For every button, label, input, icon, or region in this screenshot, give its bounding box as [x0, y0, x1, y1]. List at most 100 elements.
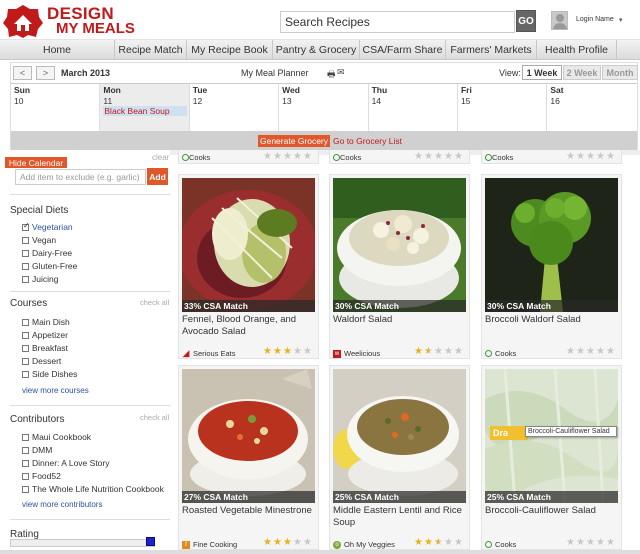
calendar-next-button[interactable]: >	[36, 66, 55, 80]
recipe-title[interactable]: Roasted Vegetable Minestrone	[182, 505, 317, 517]
calendar-day-sun[interactable]: Sun 10	[11, 84, 101, 131]
calendar-prev-button[interactable]: <	[13, 66, 32, 80]
view-2-week-button[interactable]: 2 Week	[563, 65, 601, 80]
logo-icon[interactable]	[3, 4, 43, 38]
recipe-photo[interactable]	[182, 178, 315, 312]
drag-to-calendar-button[interactable]: Dra	[490, 426, 528, 440]
diet-vegan[interactable]: Vegan	[22, 235, 56, 245]
star-rating[interactable]: ★ ★ ★ ★ ★	[566, 538, 616, 548]
recipe-title[interactable]: Waldorf Salad	[333, 314, 468, 326]
nav-pantry-grocery[interactable]: Pantry & Grocery	[273, 40, 360, 60]
calendar-day-mon[interactable]: Mon 11 Black Bean Soup	[100, 84, 190, 131]
horizontal-scrollbar[interactable]	[0, 550, 640, 554]
generate-grocery-button[interactable]: Generate Grocery	[258, 135, 330, 147]
star-rating[interactable]: ★ ★ ★ ★ ★	[263, 538, 313, 548]
view-month-button[interactable]: Month	[602, 65, 638, 80]
recipe-card[interactable]: 30% CSA Match Waldorf Salad w Weelicious …	[329, 174, 470, 359]
recipe-source[interactable]: ◢ Serious Eats	[182, 348, 236, 358]
recipe-photo[interactable]	[485, 178, 618, 312]
course-main-dish[interactable]: Main Dish	[22, 317, 70, 327]
checkbox[interactable]	[22, 318, 29, 326]
avatar-icon[interactable]	[551, 11, 568, 30]
checkbox[interactable]	[22, 370, 29, 378]
clear-link[interactable]: clear	[152, 153, 169, 162]
nav-farmers-markets[interactable]: Farmers' Markets	[446, 40, 537, 60]
checkbox[interactable]	[22, 221, 30, 231]
login-name[interactable]: Login Name	[576, 16, 614, 23]
search-button[interactable]: GO	[516, 10, 536, 32]
hide-calendar-button[interactable]: Hide Calendar	[5, 157, 67, 168]
course-side-dishes[interactable]: Side Dishes	[22, 369, 77, 379]
nav-recipe-match[interactable]: Recipe Match	[115, 40, 187, 60]
checkbox[interactable]	[22, 433, 29, 441]
calendar-day-sat[interactable]: Sat 16	[547, 84, 636, 131]
nav-csa-farm-share[interactable]: CSA/Farm Share	[360, 40, 446, 60]
checkbox[interactable]	[22, 249, 29, 257]
recipe-source[interactable]: Cooks	[485, 349, 516, 358]
recipe-title[interactable]: Broccoli-Cauliflower Salad	[485, 505, 620, 517]
star-rating[interactable]: ★ ★ ★ ★ ★	[566, 347, 616, 357]
course-dessert[interactable]: Dessert	[22, 356, 61, 366]
print-icon[interactable]: 🖶	[327, 67, 336, 83]
course-appetizer[interactable]: Appetizer	[22, 330, 68, 340]
checkbox[interactable]	[22, 459, 29, 467]
exclude-ingredient-input[interactable]	[15, 169, 146, 185]
diet-dairy-free[interactable]: Dairy-Free	[22, 248, 72, 258]
recipe-card[interactable]: 25% CSA Match Middle Eastern Lentil and …	[329, 365, 470, 550]
view-more-courses-link[interactable]: view more courses	[22, 386, 89, 395]
nav-home[interactable]: Home	[0, 40, 115, 60]
calendar-day-tue[interactable]: Tue 12	[190, 84, 280, 131]
search-input[interactable]	[280, 11, 515, 33]
recipe-source[interactable]: w Weelicious	[333, 349, 380, 358]
checkbox[interactable]	[22, 357, 29, 365]
star-rating[interactable]: ★ ★ ★ ★ ★	[566, 152, 616, 162]
checkbox[interactable]	[22, 472, 29, 480]
contributor-dmm[interactable]: DMM	[22, 445, 52, 455]
recipe-card[interactable]: 25% CSA Match Dra Broccoli-Cauliflower S…	[481, 365, 622, 550]
recipe-card[interactable]: 33% CSA Match Fennel, Blood Orange, and …	[178, 174, 319, 359]
course-breakfast[interactable]: Breakfast	[22, 343, 68, 353]
rating-slider[interactable]	[10, 539, 155, 547]
recipe-photo[interactable]	[333, 178, 466, 312]
recipe-title[interactable]: Fennel, Blood Orange, and Avocado Salad	[182, 314, 317, 338]
nav-my-recipe-book[interactable]: My Recipe Book	[187, 40, 273, 60]
view-more-contributors-link[interactable]: view more contributors	[22, 500, 102, 509]
chevron-down-icon[interactable]: ▾	[619, 16, 623, 24]
checkbox[interactable]	[22, 446, 29, 454]
star-rating[interactable]: ★ ★ ★ ★ ★	[414, 538, 464, 548]
star-rating[interactable]: ★ ★ ★ ★ ★	[414, 347, 464, 357]
star-rating[interactable]: ★ ★ ★ ★ ★	[414, 152, 464, 162]
checkbox[interactable]	[22, 331, 29, 339]
recipe-source[interactable]: Cooks	[485, 540, 516, 549]
planned-meal[interactable]: Black Bean Soup	[103, 106, 188, 116]
contributors-check-all[interactable]: check all	[140, 413, 169, 422]
recipe-card[interactable]: 30% CSA Match Broccoli Waldorf Salad Coo…	[481, 174, 622, 359]
diet-vegetarian[interactable]: Vegetarian	[22, 221, 73, 232]
contributor-maui-cookbook[interactable]: Maui Cookbook	[22, 432, 91, 442]
recipe-photo[interactable]	[182, 369, 315, 503]
calendar-day-fri[interactable]: Fri 15	[458, 84, 548, 131]
recipe-source[interactable]: f Fine Cooking	[182, 540, 237, 549]
calendar-day-thu[interactable]: Thu 14	[369, 84, 458, 131]
star-rating[interactable]: ★ ★ ★ ★ ★	[263, 347, 313, 357]
recipe-card[interactable]: 27% CSA Match Roasted Vegetable Minestro…	[178, 365, 319, 550]
recipe-source[interactable]: o Oh My Veggies	[333, 540, 395, 549]
checkbox[interactable]	[22, 485, 29, 493]
contributor-dinner-a-love-story[interactable]: Dinner: A Love Story	[22, 458, 110, 468]
recipe-card-partial[interactable]: Cooks ★ ★ ★ ★ ★	[481, 150, 622, 164]
checkbox[interactable]	[22, 344, 29, 352]
checkbox[interactable]	[22, 236, 29, 244]
contributor-whole-life[interactable]: The Whole Life Nutrition Cookbook	[22, 484, 164, 494]
diet-juicing[interactable]: Juicing	[22, 274, 58, 284]
calendar-day-wed[interactable]: Wed 13	[279, 84, 369, 131]
diet-gluten-free[interactable]: Gluten-Free	[22, 261, 77, 271]
logo-text-sub[interactable]: MY MEALS	[56, 21, 135, 36]
recipe-title[interactable]: Middle Eastern Lentil and Rice Soup	[333, 505, 468, 529]
checkbox[interactable]	[22, 262, 29, 270]
checkbox[interactable]	[22, 275, 29, 283]
courses-check-all[interactable]: check all	[140, 298, 169, 307]
view-1-week-button[interactable]: 1 Week	[522, 65, 562, 80]
star-rating[interactable]: ★ ★ ★ ★ ★	[263, 152, 313, 162]
recipe-card-partial[interactable]: Cooks ★ ★ ★ ★ ★	[329, 150, 470, 164]
rating-slider-handle[interactable]	[146, 537, 155, 546]
